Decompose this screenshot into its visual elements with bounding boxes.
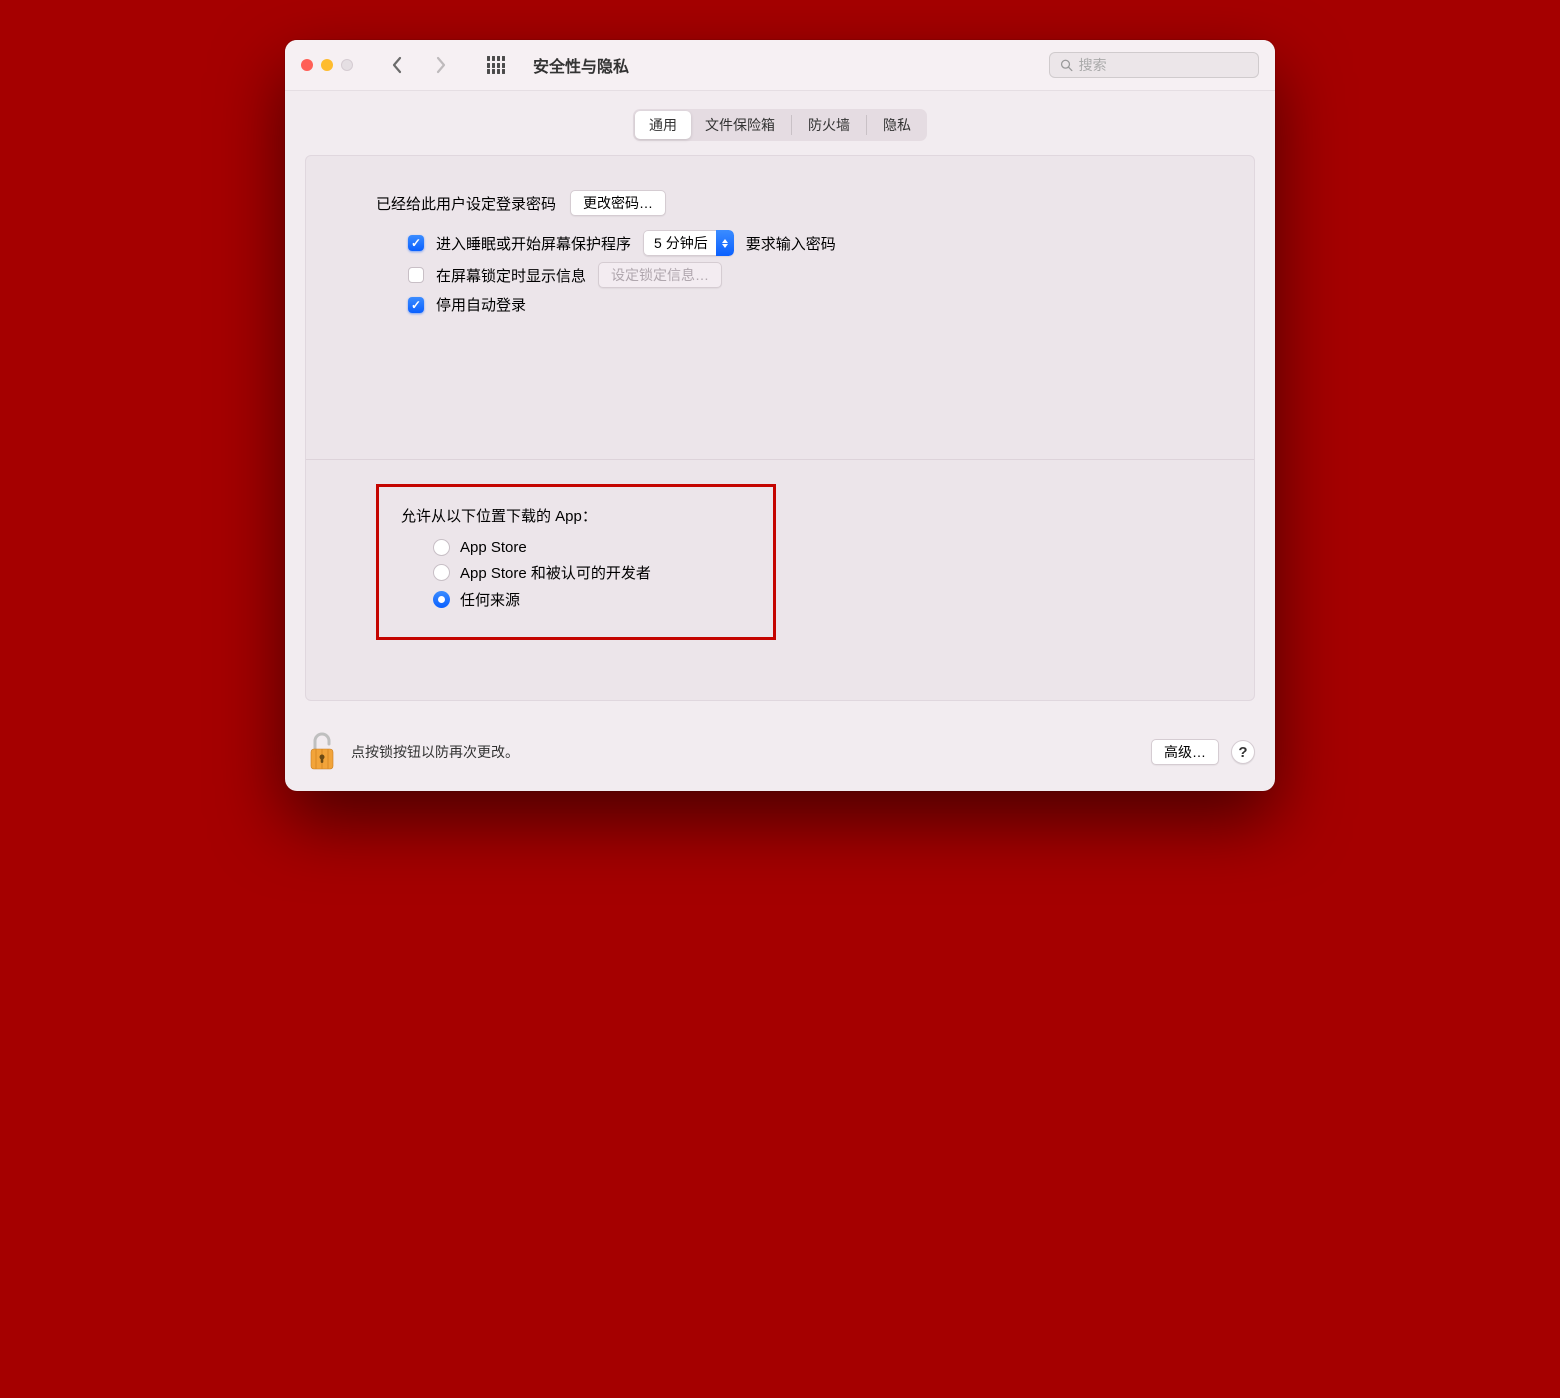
disable-auto-login-row: 停用自动登录 bbox=[376, 294, 1184, 315]
tab-filevault[interactable]: 文件保险箱 bbox=[691, 111, 789, 139]
set-lock-message-button[interactable]: 设定锁定信息… bbox=[598, 262, 722, 288]
radio-button bbox=[433, 591, 450, 608]
chevron-right-icon bbox=[435, 56, 447, 74]
download-section: 允许从以下位置下载的 App： App Store App Store 和被认可… bbox=[306, 460, 1254, 700]
change-password-button[interactable]: 更改密码… bbox=[570, 190, 666, 216]
maximize-window-button[interactable] bbox=[341, 59, 353, 71]
radio-label: 任何来源 bbox=[460, 589, 520, 610]
panel-title: 安全性与隐私 bbox=[533, 53, 629, 77]
disable-auto-login-checkbox[interactable] bbox=[408, 297, 424, 313]
tab-separator bbox=[866, 115, 867, 135]
lock-message-row: 在屏幕锁定时显示信息 设定锁定信息… bbox=[376, 262, 1184, 288]
minimize-window-button[interactable] bbox=[321, 59, 333, 71]
close-window-button[interactable] bbox=[301, 59, 313, 71]
show-all-button[interactable] bbox=[483, 52, 509, 78]
tabs: 通用 文件保险箱 防火墙 隐私 bbox=[633, 109, 927, 141]
spacer bbox=[306, 349, 1254, 459]
content-area: 已经给此用户设定登录密码 更改密码… 进入睡眠或开始屏幕保护程序 5 分钟后 要… bbox=[305, 155, 1255, 701]
radio-app-store[interactable]: App Store bbox=[401, 536, 751, 559]
password-delay-select[interactable]: 5 分钟后 bbox=[643, 230, 734, 256]
radio-label: App Store 和被认可的开发者 bbox=[460, 562, 651, 583]
login-password-row: 已经给此用户设定登录密码 更改密码… bbox=[376, 190, 1184, 216]
updown-caret-icon bbox=[716, 230, 734, 256]
tab-label: 防火墙 bbox=[808, 115, 850, 135]
forward-button[interactable] bbox=[431, 52, 451, 78]
search-field[interactable] bbox=[1049, 52, 1259, 78]
grid-icon bbox=[487, 56, 505, 74]
tab-separator bbox=[791, 115, 792, 135]
preferences-window: 安全性与隐私 通用 文件保险箱 防火墙 隐私 已经给此用户设定登录密码 更改密码… bbox=[285, 40, 1275, 791]
titlebar: 安全性与隐私 bbox=[285, 40, 1275, 91]
select-value: 5 分钟后 bbox=[643, 230, 716, 256]
chevron-left-icon bbox=[391, 56, 403, 74]
advanced-button[interactable]: 高级… bbox=[1151, 739, 1219, 765]
require-password-checkbox[interactable] bbox=[408, 235, 424, 251]
search-input[interactable] bbox=[1079, 57, 1248, 73]
radio-button bbox=[433, 564, 450, 581]
footer: 点按锁按钮以防再次更改。 高级… ? bbox=[285, 719, 1275, 791]
tab-general[interactable]: 通用 bbox=[635, 111, 691, 139]
nav-arrows bbox=[387, 52, 451, 78]
tab-label: 隐私 bbox=[883, 115, 911, 135]
radio-label: App Store bbox=[460, 539, 527, 556]
download-heading: 允许从以下位置下载的 App： bbox=[401, 505, 751, 526]
radio-identified-developers[interactable]: App Store 和被认可的开发者 bbox=[401, 559, 751, 586]
tab-label: 文件保险箱 bbox=[705, 115, 775, 135]
lock-icon[interactable] bbox=[305, 731, 339, 773]
window-controls bbox=[301, 59, 353, 71]
require-password-row: 进入睡眠或开始屏幕保护程序 5 分钟后 要求输入密码 bbox=[376, 230, 1184, 256]
tab-firewall[interactable]: 防火墙 bbox=[794, 111, 864, 139]
login-section: 已经给此用户设定登录密码 更改密码… 进入睡眠或开始屏幕保护程序 5 分钟后 要… bbox=[306, 156, 1254, 349]
lock-hint-text: 点按锁按钮以防再次更改。 bbox=[351, 742, 519, 762]
lock-message-label: 在屏幕锁定时显示信息 bbox=[436, 265, 586, 286]
highlight-annotation: 允许从以下位置下载的 App： App Store App Store 和被认可… bbox=[376, 484, 776, 640]
require-password-suffix: 要求输入密码 bbox=[746, 233, 836, 254]
lock-message-checkbox[interactable] bbox=[408, 267, 424, 283]
tab-privacy[interactable]: 隐私 bbox=[869, 111, 925, 139]
radio-anywhere[interactable]: 任何来源 bbox=[401, 586, 751, 613]
require-password-prefix: 进入睡眠或开始屏幕保护程序 bbox=[436, 233, 631, 254]
help-button[interactable]: ? bbox=[1231, 740, 1255, 764]
disable-auto-login-label: 停用自动登录 bbox=[436, 294, 526, 315]
search-icon bbox=[1060, 58, 1073, 72]
back-button[interactable] bbox=[387, 52, 407, 78]
radio-button bbox=[433, 539, 450, 556]
tab-bar: 通用 文件保险箱 防火墙 隐私 bbox=[285, 91, 1275, 155]
login-password-text: 已经给此用户设定登录密码 bbox=[376, 193, 556, 214]
tab-label: 通用 bbox=[649, 115, 677, 135]
